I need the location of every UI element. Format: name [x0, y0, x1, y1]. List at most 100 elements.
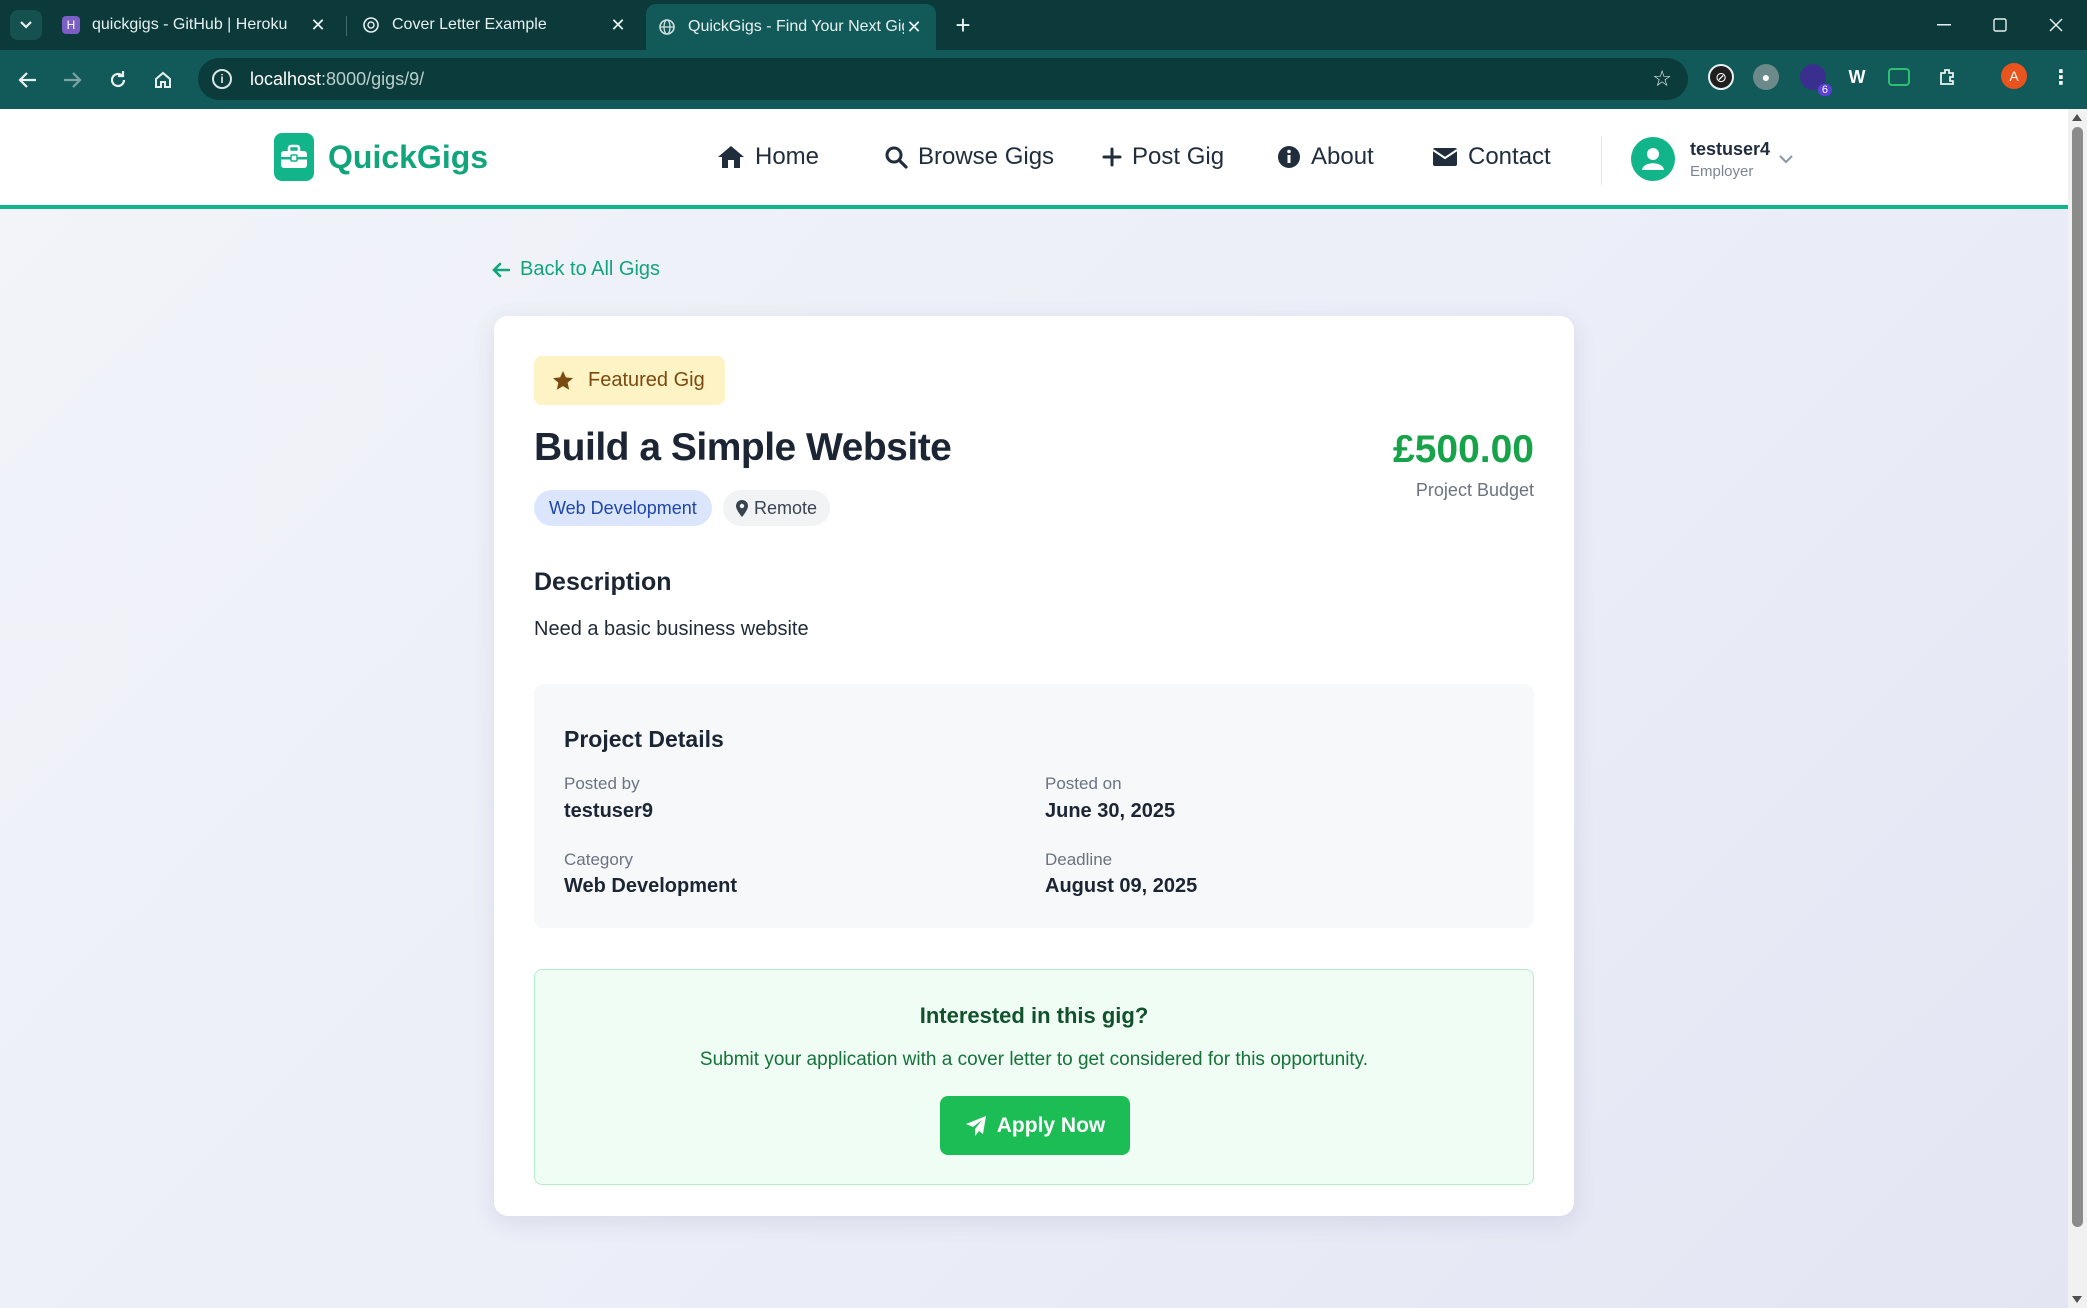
forward-button[interactable] [55, 63, 89, 97]
close-icon[interactable]: ✕ [608, 15, 628, 36]
posted-on-label: Posted on [1045, 774, 1122, 793]
user-name[interactable]: testuser4 [1690, 139, 1770, 160]
nav-about[interactable]: About [1277, 143, 1374, 171]
arrow-right-icon [64, 72, 82, 88]
nav-home[interactable]: Home [717, 143, 819, 171]
extension-w-icon[interactable]: W [1844, 64, 1870, 90]
reload-button[interactable] [101, 63, 135, 97]
close-icon[interactable]: ✕ [904, 17, 924, 38]
star-icon [553, 371, 573, 390]
apply-now-button[interactable]: Apply Now [940, 1096, 1130, 1155]
nav-label: Post Gig [1132, 143, 1225, 170]
apply-panel: Interested in this gig? Submit your appl… [534, 969, 1534, 1185]
plus-icon [1102, 147, 1122, 167]
page-scrollbar[interactable] [2068, 109, 2087, 1308]
project-details-panel: Project Details Posted by testuser9 Post… [534, 684, 1534, 928]
info-icon [1278, 146, 1300, 168]
apply-text: Submit your application with a cover let… [699, 1049, 1369, 1070]
back-to-all-gigs-link[interactable]: Back to All Gigs [492, 258, 660, 281]
arrow-left-icon [492, 262, 510, 277]
close-icon [2049, 18, 2063, 32]
brand-name[interactable]: QuickGigs [328, 139, 488, 176]
user-role: Employer [1690, 163, 1754, 180]
tab-title: Cover Letter Example [392, 16, 547, 33]
address-bar[interactable]: i localhost:8000/gigs/9/ ☆ [198, 58, 1688, 100]
featured-badge: Featured Gig [534, 356, 725, 405]
home-button[interactable] [146, 63, 180, 97]
profile-avatar[interactable]: A [2001, 63, 2027, 89]
deadline-value: August 09, 2025 [1045, 875, 1198, 897]
user-icon [1642, 148, 1664, 170]
featured-label: Featured Gig [588, 369, 705, 391]
extension-blocker-icon[interactable]: ● [1753, 64, 1779, 90]
nav-post-gig[interactable]: Post Gig [1102, 143, 1224, 171]
maximize-button[interactable] [1980, 8, 2020, 42]
budget-label: Project Budget [1415, 480, 1534, 500]
tab-heroku[interactable]: H quickgigs - GitHub | Heroku ✕ [50, 6, 340, 44]
tab-separator [346, 16, 347, 36]
minimize-icon [1937, 24, 1951, 26]
nav-label: Browse Gigs [918, 143, 1055, 170]
page-viewport: QuickGigs Home Browse Gigs Post Gig Abou… [0, 109, 2068, 1308]
home-icon [718, 146, 744, 168]
posted-on-value: June 30, 2025 [1045, 800, 1176, 822]
gig-title: Build a Simple Website [534, 426, 952, 469]
nav-contact[interactable]: Contact [1432, 143, 1551, 171]
extension-badge-icon[interactable]: 6 [1800, 64, 1832, 96]
heroku-icon: H [62, 16, 80, 34]
minimize-button[interactable] [1924, 8, 1964, 42]
chevron-down-icon[interactable] [1778, 151, 1794, 169]
reload-icon [110, 71, 126, 88]
browser-tab-bar: H quickgigs - GitHub | Heroku ✕ Cover Le… [0, 0, 2087, 50]
search-icon [885, 146, 908, 169]
description-heading: Description [534, 568, 672, 596]
deadline-label: Deadline [1045, 850, 1113, 869]
envelope-icon [1432, 148, 1458, 166]
location-tag: Remote [723, 490, 831, 526]
category-label: Category [564, 850, 633, 869]
map-pin-icon [736, 499, 748, 517]
gig-price: £500.00 [1393, 428, 1534, 471]
tab-title: quickgigs - GitHub | Heroku [92, 16, 288, 33]
back-button[interactable] [11, 63, 45, 97]
location-label: Remote [754, 497, 818, 518]
extension-privacy-icon[interactable]: ⊘ [1708, 64, 1734, 90]
extension-badge-count: 6 [1817, 84, 1832, 96]
bookmark-star-icon[interactable]: ☆ [1652, 66, 1672, 92]
browser-toolbar: i localhost:8000/gigs/9/ ☆ ⊘ ● 6 W A ⋮ [0, 50, 2087, 109]
profile-initial: A [2009, 68, 2019, 84]
tab-quickgigs[interactable]: QuickGigs - Find Your Next Gig ✕ [646, 4, 936, 50]
arrow-left-icon [18, 72, 36, 88]
tab-search-button[interactable] [10, 10, 42, 40]
nav-browse-gigs[interactable]: Browse Gigs [884, 143, 1054, 171]
apply-heading: Interested in this gig? [919, 1003, 1149, 1028]
site-navbar: QuickGigs Home Browse Gigs Post Gig Abou… [0, 109, 2068, 209]
close-icon[interactable]: ✕ [308, 15, 328, 36]
briefcase-logo-icon[interactable] [274, 133, 314, 181]
category-value: Web Development [564, 875, 737, 897]
extensions-puzzle-icon[interactable] [1934, 64, 1960, 90]
tab-cover-letter[interactable]: Cover Letter Example ✕ [350, 6, 640, 44]
extension-screen-icon[interactable] [1888, 68, 1910, 86]
kebab-menu-icon[interactable]: ⋮ [2048, 64, 2074, 90]
nav-label: Contact [1468, 143, 1551, 170]
posted-by-label: Posted by [564, 774, 640, 793]
url-text: localhost:8000/gigs/9/ [250, 68, 425, 89]
description-text: Need a basic business website [534, 618, 809, 640]
close-window-button[interactable] [2036, 8, 2076, 42]
scroll-down-arrow-icon[interactable] [2072, 1296, 2082, 1303]
maximize-icon [1993, 18, 2007, 32]
site-info-icon[interactable]: i [212, 69, 232, 89]
new-tab-button[interactable]: + [948, 10, 978, 40]
back-label: Back to All Gigs [520, 258, 661, 280]
posted-by-value: testuser9 [564, 800, 653, 822]
scroll-up-arrow-icon[interactable] [2072, 114, 2082, 121]
gig-detail-card: Featured Gig Build a Simple Website £500… [494, 316, 1574, 1216]
category-tag: Web Development [534, 490, 712, 526]
scrollbar-thumb[interactable] [2072, 127, 2083, 1227]
user-avatar[interactable] [1631, 137, 1675, 181]
home-icon [155, 71, 171, 88]
apply-now-label: Apply Now [996, 1113, 1106, 1137]
paper-plane-icon [965, 1115, 986, 1136]
project-details-heading: Project Details [564, 726, 724, 752]
